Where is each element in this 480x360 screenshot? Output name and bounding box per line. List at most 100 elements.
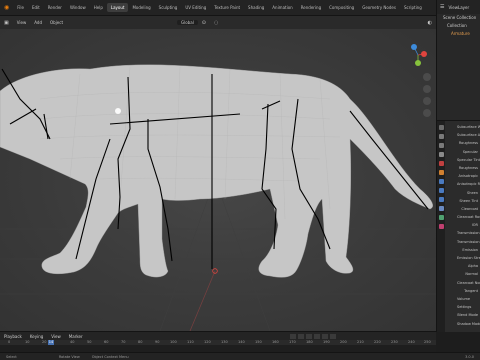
lioness-mesh[interactable] bbox=[0, 64, 433, 278]
navigation-gizmo[interactable] bbox=[411, 44, 427, 66]
prop-row[interactable]: Blend Mode bbox=[445, 311, 480, 319]
tick-label: 70 bbox=[121, 340, 126, 344]
physics-tab-icon[interactable] bbox=[438, 197, 444, 202]
workspace-tab-texture-paint[interactable]: Texture Paint bbox=[210, 3, 244, 12]
prev-keyframe-icon[interactable] bbox=[298, 333, 304, 339]
prop-row[interactable]: Clearcoat Rough... bbox=[445, 213, 480, 221]
perspective-toggle-icon[interactable] bbox=[423, 109, 431, 117]
menu-window[interactable]: Window bbox=[66, 5, 90, 10]
tick-label: 80 bbox=[138, 340, 143, 344]
outliner-row-armature[interactable]: Armature bbox=[437, 30, 480, 38]
prop-row[interactable]: Specular Tint bbox=[445, 156, 480, 164]
prop-row[interactable]: Roughness bbox=[445, 139, 480, 147]
workspace-tab-shading[interactable]: Shading bbox=[244, 3, 268, 12]
workspace-tab-animation[interactable]: Animation bbox=[268, 3, 296, 12]
play-reverse-icon[interactable] bbox=[306, 333, 312, 339]
workspace-tab-uv-editing[interactable]: UV Editing bbox=[181, 3, 210, 12]
current-frame-indicator[interactable]: 14 bbox=[48, 340, 54, 345]
material-tab-icon[interactable] bbox=[438, 224, 444, 229]
play-icon[interactable] bbox=[314, 333, 320, 339]
workspace-tab-compositing[interactable]: Compositing bbox=[325, 3, 358, 12]
tick-label: 130 bbox=[221, 340, 228, 344]
menu-view[interactable]: View bbox=[47, 334, 65, 339]
prop-row[interactable]: Transmission Ro... bbox=[445, 238, 480, 246]
status-select-hint: Select bbox=[6, 354, 17, 359]
prop-row[interactable]: IOR bbox=[445, 221, 480, 229]
prop-row[interactable]: Emission bbox=[445, 246, 480, 254]
prop-row[interactable]: Alpha bbox=[445, 262, 480, 270]
menu-view[interactable]: View bbox=[13, 20, 31, 25]
menu-object[interactable]: Object bbox=[46, 20, 67, 25]
prop-row[interactable]: Anisotropic bbox=[445, 172, 480, 180]
object-mode-icon[interactable]: ▣ bbox=[0, 20, 13, 26]
workspace-tab-layout[interactable]: Layout bbox=[106, 3, 129, 12]
transform-orientation-dropdown[interactable]: Global bbox=[177, 20, 198, 25]
data-tab-icon[interactable] bbox=[438, 215, 444, 220]
prop-row[interactable]: Transmission bbox=[445, 229, 480, 237]
world-tab-icon[interactable] bbox=[438, 161, 444, 166]
menu-keying[interactable]: Keying bbox=[26, 334, 47, 339]
menu-help[interactable]: Help bbox=[90, 5, 107, 10]
timeline-area[interactable]: 0 10 20 40 50 60 70 80 90 100 110 120 13… bbox=[0, 340, 436, 352]
workspace-tab-sculpting[interactable]: Sculpting bbox=[155, 3, 182, 12]
camera-view-icon[interactable] bbox=[423, 97, 431, 105]
tick-label: 100 bbox=[170, 340, 177, 344]
prop-row[interactable]: Normal bbox=[445, 270, 480, 278]
output-tab-icon[interactable] bbox=[438, 143, 444, 148]
jump-end-icon[interactable] bbox=[330, 333, 336, 339]
x-axis-line bbox=[189, 270, 216, 331]
blender-logo-icon[interactable]: ◉ bbox=[0, 4, 13, 11]
menu-playback[interactable]: Playback bbox=[0, 334, 26, 339]
prop-row[interactable]: Specular bbox=[445, 148, 480, 156]
properties-tabs bbox=[437, 121, 445, 332]
scene-tab-icon[interactable] bbox=[438, 152, 444, 157]
prop-row[interactable]: Subsurface Ani... bbox=[445, 131, 480, 139]
frame-ruler[interactable]: 0 10 20 40 50 60 70 80 90 100 110 120 13… bbox=[0, 340, 436, 345]
outliner-row-scene-collection[interactable]: Scene Collection bbox=[437, 14, 480, 22]
modifier-tab-icon[interactable] bbox=[438, 179, 444, 184]
particles-tab-icon[interactable] bbox=[438, 188, 444, 193]
zoom-icon[interactable] bbox=[423, 73, 431, 81]
workspace-tab-geometry-nodes[interactable]: Geometry Nodes bbox=[358, 3, 400, 12]
snap-icon[interactable]: ⊙ bbox=[198, 20, 210, 26]
prop-row[interactable]: Sheen Tint bbox=[445, 197, 480, 205]
menu-marker[interactable]: Marker bbox=[65, 334, 87, 339]
constraints-tab-icon[interactable] bbox=[438, 206, 444, 211]
workspace-tab-rendering[interactable]: Rendering bbox=[297, 3, 325, 12]
menu-render[interactable]: Render bbox=[44, 5, 66, 10]
tick-label: 180 bbox=[306, 340, 313, 344]
menu-edit[interactable]: Edit bbox=[28, 5, 44, 10]
outliner-editor-icon[interactable]: ☰ bbox=[440, 4, 444, 10]
prop-row[interactable]: Subsurface Wei... bbox=[445, 123, 480, 131]
next-keyframe-icon[interactable] bbox=[322, 333, 328, 339]
menu-add[interactable]: Add bbox=[30, 20, 46, 25]
prop-row[interactable]: Sheen bbox=[445, 189, 480, 197]
playback-controls bbox=[290, 333, 336, 339]
tick-label: 10 bbox=[25, 340, 30, 344]
jump-start-icon[interactable] bbox=[290, 333, 296, 339]
render-tab-icon[interactable] bbox=[438, 134, 444, 139]
pan-icon[interactable] bbox=[423, 85, 431, 93]
tool-tab-icon[interactable] bbox=[438, 125, 444, 130]
prop-row[interactable]: Clearcoat Normal bbox=[445, 279, 480, 287]
prop-row[interactable]: Anisotropic Rota... bbox=[445, 180, 480, 188]
prop-row[interactable]: Roughness bbox=[445, 164, 480, 172]
3d-viewport[interactable] bbox=[0, 29, 436, 331]
prop-row[interactable]: Emission Strength bbox=[445, 254, 480, 262]
prop-row[interactable]: Volume bbox=[445, 295, 480, 303]
prop-row[interactable]: Tangent bbox=[445, 287, 480, 295]
shading-mode-icon[interactable]: ◐ bbox=[424, 20, 436, 26]
status-context-hint: Object Context Menu bbox=[91, 354, 129, 359]
outliner-row-collection[interactable]: Collection bbox=[437, 22, 480, 30]
status-rotate-hint: Rotate View bbox=[58, 354, 80, 359]
workspace-tab-modeling[interactable]: Modeling bbox=[128, 3, 154, 12]
prop-row[interactable]: Shadow Mode bbox=[445, 320, 480, 328]
tick-label: 250 bbox=[424, 340, 431, 344]
object-tab-icon[interactable] bbox=[438, 170, 444, 175]
tick-label: 230 bbox=[391, 340, 398, 344]
workspace-tab-scripting[interactable]: Scripting bbox=[400, 3, 426, 12]
proportional-edit-icon[interactable]: ◌ bbox=[210, 20, 222, 26]
menu-file[interactable]: File bbox=[13, 5, 28, 10]
prop-row[interactable]: Clearcoat bbox=[445, 205, 480, 213]
prop-row[interactable]: Settings bbox=[445, 303, 480, 311]
